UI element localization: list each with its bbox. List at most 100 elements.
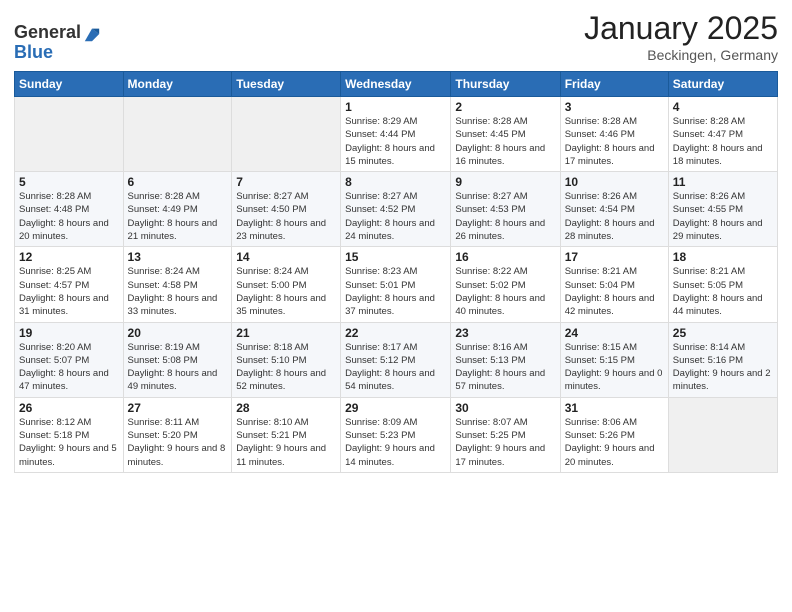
day-info: Sunrise: 8:17 AM Sunset: 5:12 PM Dayligh… [345,341,446,394]
day-info: Sunrise: 8:12 AM Sunset: 5:18 PM Dayligh… [19,416,119,469]
day-info: Sunrise: 8:23 AM Sunset: 5:01 PM Dayligh… [345,265,446,318]
col-saturday: Saturday [668,72,777,97]
logo-blue: Blue [14,43,101,63]
day-cell: 2Sunrise: 8:28 AM Sunset: 4:45 PM Daylig… [451,97,560,172]
day-cell: 25Sunrise: 8:14 AM Sunset: 5:16 PM Dayli… [668,322,777,397]
day-info: Sunrise: 8:19 AM Sunset: 5:08 PM Dayligh… [128,341,228,394]
day-number: 27 [128,401,228,415]
day-cell: 17Sunrise: 8:21 AM Sunset: 5:04 PM Dayli… [560,247,668,322]
day-number: 22 [345,326,446,340]
day-info: Sunrise: 8:06 AM Sunset: 5:26 PM Dayligh… [565,416,664,469]
day-cell: 5Sunrise: 8:28 AM Sunset: 4:48 PM Daylig… [15,172,124,247]
day-number: 19 [19,326,119,340]
calendar-subtitle: Beckingen, Germany [584,47,778,63]
day-number: 6 [128,175,228,189]
day-cell: 15Sunrise: 8:23 AM Sunset: 5:01 PM Dayli… [341,247,451,322]
day-number: 21 [236,326,336,340]
day-number: 3 [565,100,664,114]
day-number: 18 [673,250,773,264]
day-number: 9 [455,175,555,189]
day-cell: 30Sunrise: 8:07 AM Sunset: 5:25 PM Dayli… [451,397,560,472]
logo-icon [83,25,101,43]
day-cell: 8Sunrise: 8:27 AM Sunset: 4:52 PM Daylig… [341,172,451,247]
day-info: Sunrise: 8:26 AM Sunset: 4:54 PM Dayligh… [565,190,664,243]
day-info: Sunrise: 8:24 AM Sunset: 4:58 PM Dayligh… [128,265,228,318]
day-cell: 14Sunrise: 8:24 AM Sunset: 5:00 PM Dayli… [232,247,341,322]
header: General Blue January 2025 Beckingen, Ger… [14,10,778,63]
day-cell: 18Sunrise: 8:21 AM Sunset: 5:05 PM Dayli… [668,247,777,322]
day-cell: 13Sunrise: 8:24 AM Sunset: 4:58 PM Dayli… [123,247,232,322]
day-cell [232,97,341,172]
col-monday: Monday [123,72,232,97]
day-number: 11 [673,175,773,189]
day-number: 16 [455,250,555,264]
day-cell: 10Sunrise: 8:26 AM Sunset: 4:54 PM Dayli… [560,172,668,247]
week-row-4: 19Sunrise: 8:20 AM Sunset: 5:07 PM Dayli… [15,322,778,397]
day-number: 7 [236,175,336,189]
day-cell: 27Sunrise: 8:11 AM Sunset: 5:20 PM Dayli… [123,397,232,472]
day-number: 8 [345,175,446,189]
logo-general: General [14,23,81,43]
day-info: Sunrise: 8:28 AM Sunset: 4:45 PM Dayligh… [455,115,555,168]
day-info: Sunrise: 8:27 AM Sunset: 4:50 PM Dayligh… [236,190,336,243]
day-info: Sunrise: 8:11 AM Sunset: 5:20 PM Dayligh… [128,416,228,469]
day-cell: 4Sunrise: 8:28 AM Sunset: 4:47 PM Daylig… [668,97,777,172]
day-cell: 3Sunrise: 8:28 AM Sunset: 4:46 PM Daylig… [560,97,668,172]
day-number: 14 [236,250,336,264]
day-number: 12 [19,250,119,264]
day-number: 15 [345,250,446,264]
day-cell: 6Sunrise: 8:28 AM Sunset: 4:49 PM Daylig… [123,172,232,247]
day-cell: 26Sunrise: 8:12 AM Sunset: 5:18 PM Dayli… [15,397,124,472]
day-number: 29 [345,401,446,415]
day-number: 31 [565,401,664,415]
day-number: 23 [455,326,555,340]
logo-text: General Blue [14,23,101,63]
day-info: Sunrise: 8:28 AM Sunset: 4:47 PM Dayligh… [673,115,773,168]
day-cell: 9Sunrise: 8:27 AM Sunset: 4:53 PM Daylig… [451,172,560,247]
day-number: 5 [19,175,119,189]
day-cell: 31Sunrise: 8:06 AM Sunset: 5:26 PM Dayli… [560,397,668,472]
week-row-2: 5Sunrise: 8:28 AM Sunset: 4:48 PM Daylig… [15,172,778,247]
week-row-5: 26Sunrise: 8:12 AM Sunset: 5:18 PM Dayli… [15,397,778,472]
day-info: Sunrise: 8:21 AM Sunset: 5:04 PM Dayligh… [565,265,664,318]
day-info: Sunrise: 8:28 AM Sunset: 4:49 PM Dayligh… [128,190,228,243]
col-wednesday: Wednesday [341,72,451,97]
week-row-1: 1Sunrise: 8:29 AM Sunset: 4:44 PM Daylig… [15,97,778,172]
day-info: Sunrise: 8:09 AM Sunset: 5:23 PM Dayligh… [345,416,446,469]
day-cell [15,97,124,172]
day-cell: 21Sunrise: 8:18 AM Sunset: 5:10 PM Dayli… [232,322,341,397]
day-number: 28 [236,401,336,415]
day-cell: 16Sunrise: 8:22 AM Sunset: 5:02 PM Dayli… [451,247,560,322]
day-number: 1 [345,100,446,114]
day-cell: 19Sunrise: 8:20 AM Sunset: 5:07 PM Dayli… [15,322,124,397]
week-row-3: 12Sunrise: 8:25 AM Sunset: 4:57 PM Dayli… [15,247,778,322]
day-info: Sunrise: 8:28 AM Sunset: 4:48 PM Dayligh… [19,190,119,243]
day-info: Sunrise: 8:27 AM Sunset: 4:53 PM Dayligh… [455,190,555,243]
day-info: Sunrise: 8:25 AM Sunset: 4:57 PM Dayligh… [19,265,119,318]
day-info: Sunrise: 8:16 AM Sunset: 5:13 PM Dayligh… [455,341,555,394]
day-info: Sunrise: 8:24 AM Sunset: 5:00 PM Dayligh… [236,265,336,318]
day-cell: 29Sunrise: 8:09 AM Sunset: 5:23 PM Dayli… [341,397,451,472]
day-cell: 7Sunrise: 8:27 AM Sunset: 4:50 PM Daylig… [232,172,341,247]
day-info: Sunrise: 8:22 AM Sunset: 5:02 PM Dayligh… [455,265,555,318]
col-friday: Friday [560,72,668,97]
day-cell: 22Sunrise: 8:17 AM Sunset: 5:12 PM Dayli… [341,322,451,397]
day-number: 2 [455,100,555,114]
day-cell [668,397,777,472]
day-cell: 12Sunrise: 8:25 AM Sunset: 4:57 PM Dayli… [15,247,124,322]
day-number: 4 [673,100,773,114]
day-number: 10 [565,175,664,189]
day-number: 26 [19,401,119,415]
day-number: 30 [455,401,555,415]
day-cell: 11Sunrise: 8:26 AM Sunset: 4:55 PM Dayli… [668,172,777,247]
day-cell: 28Sunrise: 8:10 AM Sunset: 5:21 PM Dayli… [232,397,341,472]
day-number: 13 [128,250,228,264]
day-info: Sunrise: 8:20 AM Sunset: 5:07 PM Dayligh… [19,341,119,394]
day-cell: 1Sunrise: 8:29 AM Sunset: 4:44 PM Daylig… [341,97,451,172]
col-thursday: Thursday [451,72,560,97]
day-cell: 24Sunrise: 8:15 AM Sunset: 5:15 PM Dayli… [560,322,668,397]
day-number: 20 [128,326,228,340]
day-info: Sunrise: 8:29 AM Sunset: 4:44 PM Dayligh… [345,115,446,168]
title-area: January 2025 Beckingen, Germany [584,10,778,63]
day-cell: 23Sunrise: 8:16 AM Sunset: 5:13 PM Dayli… [451,322,560,397]
